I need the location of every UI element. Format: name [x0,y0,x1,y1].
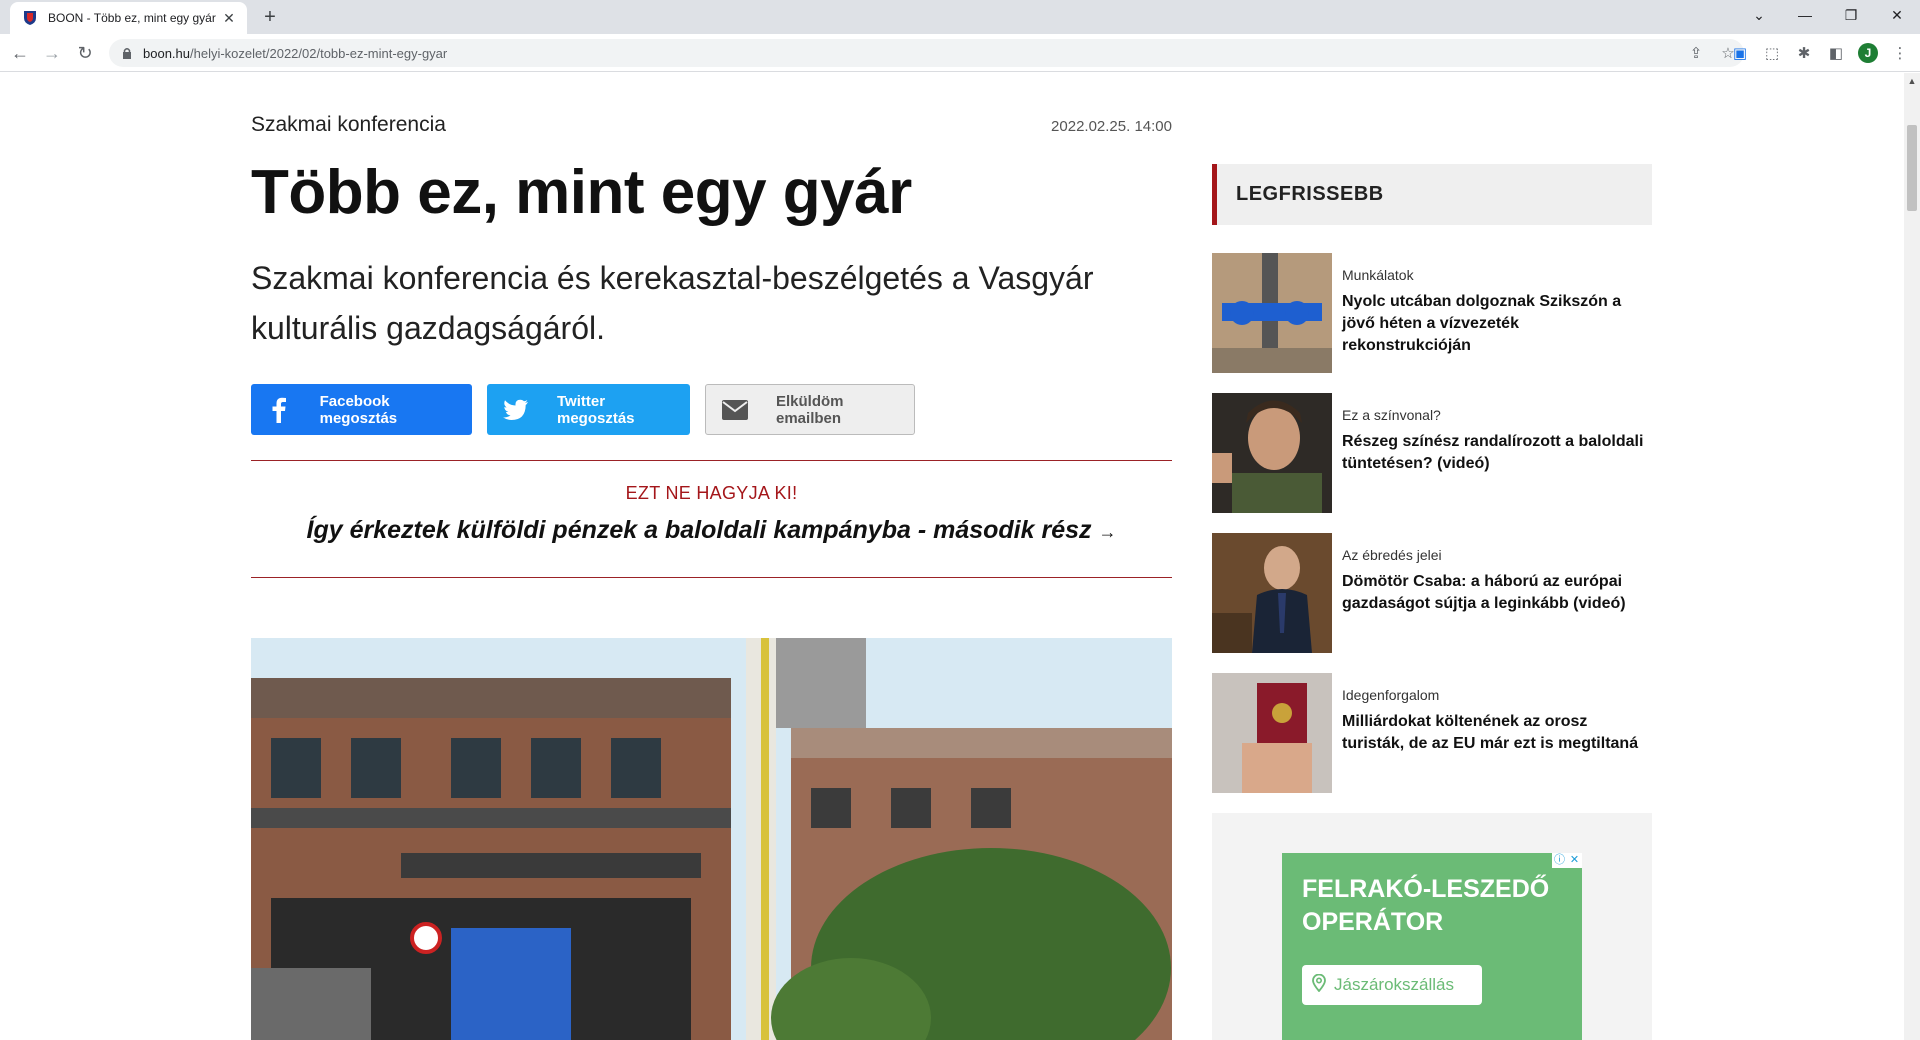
email-share-button[interactable]: Elküldöm emailben [705,384,915,435]
news-title[interactable]: Nyolc utcában dolgoznak Szikszón a jövő … [1342,291,1652,357]
news-category: Munkálatok [1342,267,1414,283]
new-tab-icon[interactable]: + [258,5,282,29]
ad-info-icon[interactable]: ⓘ [1552,853,1567,868]
news-category: Az ébredés jelei [1342,547,1442,563]
job-ad-banner[interactable]: ⓘ ✕ FELRAKÓ-LESZEDŐ OPERÁTOR Jászárokszá… [1282,853,1582,1040]
news-title[interactable]: Milliárdokat költenének az orosz turistá… [1342,711,1652,755]
scroll-thumb[interactable] [1907,125,1917,211]
translate-extension-icon[interactable]: ▣ [1724,39,1756,67]
news-thumbnail[interactable] [1212,533,1332,653]
ad-container: ⓘ ✕ FELRAKÓ-LESZEDŐ OPERÁTOR Jászárokszá… [1212,813,1652,1040]
arrow-right-icon: → [1098,522,1117,542]
ad-location: Jászárokszállás [1302,965,1482,1005]
side-panel-icon[interactable]: ◧ [1820,39,1852,67]
article-headline: Több ez, mint egy gyár [251,158,912,227]
news-item[interactable]: Ez a színvonal? Részeg színész randalíro… [1212,393,1652,513]
tab-close-icon[interactable]: ✕ [221,10,237,27]
minimize-icon[interactable]: — [1782,0,1828,30]
envelope-icon [722,396,748,424]
news-title[interactable]: Részeg színész randalírozott a baloldali… [1342,431,1652,475]
ad-location-text: Jászárokszállás [1334,975,1454,994]
news-item[interactable]: Az ébredés jelei Dömötör Csaba: a háború… [1212,533,1652,653]
promo-link[interactable]: Így érkeztek külföldi pénzek a baloldali… [251,516,1172,545]
article-date: 2022.02.25. 14:00 [1051,118,1172,135]
restore-icon[interactable]: ❐ [1828,0,1874,30]
news-item[interactable]: Munkálatok Nyolc utcában dolgoznak Sziks… [1212,253,1652,373]
scroll-up-arrow-icon[interactable]: ▲ [1904,73,1920,90]
browser-tab[interactable]: BOON - Több ez, mint egy gyár ✕ [10,2,247,34]
promo-box: EZT NE HAGYJA KI! Így érkeztek külföldi … [251,460,1172,578]
tab-title: BOON - Több ez, mint egy gyár [48,11,216,25]
promo-label: EZT NE HAGYJA KI! [625,483,798,503]
news-thumbnail[interactable] [1212,253,1332,373]
twitter-share-button[interactable]: Twitter megosztás [487,384,690,435]
facebook-icon [267,396,292,424]
url-path: /helyi-kozelet/2022/02/tobb-ez-mint-egy-… [190,45,448,61]
ad-title-line1: FELRAKÓ-LESZEDŐ [1302,875,1550,903]
forward-icon[interactable]: → [38,39,66,67]
news-thumbnail[interactable] [1212,393,1332,513]
screen-capture-extension-icon[interactable]: ⬚ [1756,39,1788,67]
lock-icon[interactable] [121,47,133,59]
twitter-bird-icon [503,396,529,424]
ad-title-line2: OPERÁTOR [1302,908,1444,936]
news-category: Ez a színvonal? [1342,407,1441,423]
news-title[interactable]: Dömötör Csaba: a háború az európai gazda… [1342,571,1652,615]
extensions-puzzle-icon[interactable]: ✱ [1788,39,1820,67]
url-host: boon.hu [143,45,190,61]
article-kicker: Szakmai konferencia [251,113,446,136]
article-hero-image [251,638,1172,1040]
facebook-share-button[interactable]: Facebook megosztás [251,384,472,435]
twitter-share-label: Twitter megosztás [557,392,635,427]
article-lead: Szakmai konferencia és kerekasztal-beszé… [251,260,1094,346]
sidebar-heading: LEGFRISSEBB [1212,164,1652,225]
reload-icon[interactable]: ↻ [71,39,99,67]
email-share-label: Elküldöm emailben [776,392,844,427]
article-meta: Szakmai konferencia 2022.02.25. 14:00 [251,113,1172,137]
boon-favicon-icon [22,10,38,26]
page-scrollbar[interactable]: ▲ [1904,73,1920,1040]
tab-search-icon[interactable]: ⌄ [1736,0,1782,30]
share-buttons: Facebook megosztás Twitter megosztás Elk… [251,384,915,435]
address-bar[interactable]: boon.hu/helyi-kozelet/2022/02/tobb-ez-mi… [109,39,1744,67]
news-thumbnail[interactable] [1212,673,1332,793]
browser-menu-icon[interactable]: ⋮ [1884,39,1916,67]
profile-avatar[interactable]: J [1852,39,1884,67]
news-item[interactable]: Idegenforgalom Milliárdokat költenének a… [1212,673,1652,793]
browser-tabstrip: BOON - Több ez, mint egy gyár ✕ + ⌄ — ❐ … [0,0,1920,34]
close-window-icon[interactable]: ✕ [1874,0,1920,30]
promo-link-text: Így érkeztek külföldi pénzek a baloldali… [306,516,1092,544]
ad-close-icon[interactable]: ✕ [1567,853,1582,868]
back-icon[interactable]: ← [6,39,34,67]
location-pin-icon [1312,973,1326,997]
news-category: Idegenforgalom [1342,687,1440,703]
browser-toolbar: ← → ↻ boon.hu/helyi-kozelet/2022/02/tobb… [0,34,1920,72]
share-page-icon[interactable]: ⇪ [1680,39,1712,67]
page-viewport: Szakmai konferencia 2022.02.25. 14:00 Tö… [0,73,1904,1040]
facebook-share-label: Facebook megosztás [319,392,398,427]
